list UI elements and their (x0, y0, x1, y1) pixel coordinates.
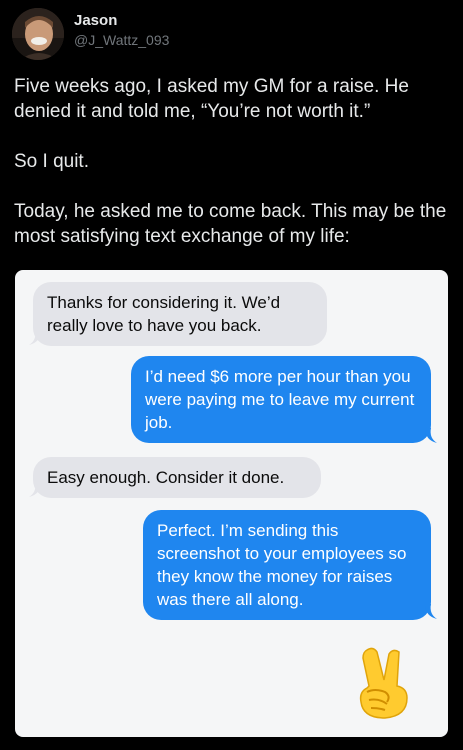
bubble-tail (29, 482, 41, 497)
tweet-paragraph: Five weeks ago, I asked my GM for a rais… (14, 76, 409, 122)
bubble-tail (425, 428, 437, 443)
message-text: I’d need $6 more per hour than you were … (145, 367, 415, 432)
message-bubble-received: Easy enough. Consider it done. (33, 457, 321, 498)
message-bubble-received: Thanks for considering it. We’d really l… (33, 282, 327, 346)
tweet-paragraph: Today, he asked me to come back. This ma… (14, 201, 447, 247)
message-bubble-sent: I’d need $6 more per hour than you were … (131, 356, 431, 443)
tweet-body: Five weeks ago, I asked my GM for a rais… (14, 74, 454, 274)
user-avatar-icon (12, 8, 64, 60)
message-text: Thanks for considering it. We’d really l… (47, 293, 281, 335)
bubble-tail (29, 330, 41, 345)
user-handle[interactable]: @J_Wattz_093 (74, 31, 169, 49)
message-bubble-sent: Perfect. I’m sending this screenshot to … (143, 510, 431, 620)
bubble-tail (425, 604, 437, 619)
tweet-header: Jason @J_Wattz_093 (12, 8, 169, 60)
message-text: Perfect. I’m sending this screenshot to … (157, 521, 407, 609)
text-message-screenshot[interactable]: Thanks for considering it. We’d really l… (15, 270, 448, 737)
victory-hand-emoji-icon (359, 647, 408, 719)
avatar[interactable] (12, 8, 64, 60)
display-name[interactable]: Jason (74, 11, 169, 31)
message-text: Easy enough. Consider it done. (47, 468, 285, 487)
tweet-paragraph: So I quit. (14, 151, 89, 172)
